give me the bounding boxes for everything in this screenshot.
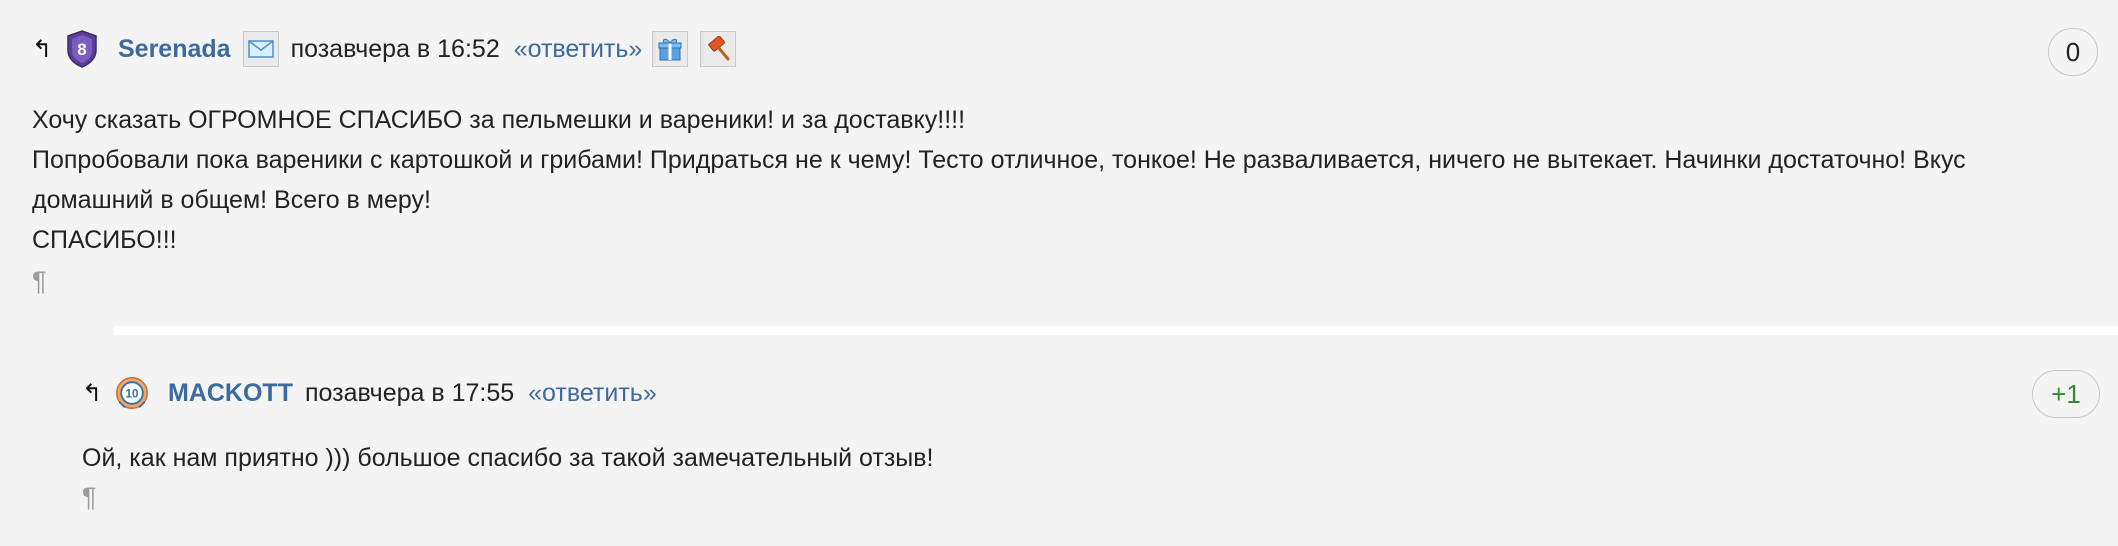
envelope-icon[interactable] bbox=[242, 31, 279, 67]
username-link[interactable]: MACKOTT bbox=[168, 379, 293, 408]
comment-line: Попробовали пока вареники с картошкой и … bbox=[32, 146, 1966, 214]
comment-header: ↰ 10 MACKOTT позавчера в 17:55 «ответить… bbox=[82, 368, 667, 418]
comment-line: Ой, как нам приятно ))) большое спасибо … bbox=[82, 444, 934, 472]
svg-text:10: 10 bbox=[125, 388, 139, 401]
username-link[interactable]: Serenada bbox=[118, 35, 231, 64]
permalink-icon[interactable]: ¶ bbox=[32, 266, 47, 297]
gavel-icon[interactable] bbox=[700, 31, 737, 67]
parent-link-icon[interactable]: ↰ bbox=[32, 35, 58, 64]
comment-serenada: ↰ 8 Serenada позавчера в 16:52 «ответить… bbox=[0, 0, 2118, 328]
gift-icon[interactable] bbox=[652, 31, 689, 67]
comment-score[interactable]: +1 bbox=[2032, 370, 2100, 418]
comment-body: Ой, как нам приятно ))) большое спасибо … bbox=[82, 438, 2072, 478]
comment-score[interactable]: 0 bbox=[2048, 28, 2098, 76]
rank-8-badge-icon: 8 bbox=[64, 30, 100, 68]
comment-date: позавчера в 16:52 bbox=[290, 34, 500, 63]
reply-link[interactable]: «ответить» bbox=[528, 379, 657, 408]
permalink-icon[interactable]: ¶ bbox=[82, 482, 97, 513]
reply-link[interactable]: «ответить» bbox=[514, 35, 643, 64]
parent-link-icon[interactable]: ↰ bbox=[82, 379, 108, 408]
comment-date: позавчера в 17:55 bbox=[304, 378, 515, 407]
comment-line: СПАСИБО!!! bbox=[32, 226, 177, 254]
svg-text:8: 8 bbox=[77, 40, 86, 59]
comment-header: ↰ 8 Serenada позавчера в 16:52 «ответить… bbox=[32, 24, 748, 74]
comment-line: Хочу сказать ОГРОМНОЕ СПАСИБО за пельмеш… bbox=[32, 106, 966, 134]
comment-divider bbox=[114, 326, 2118, 335]
rank-10-badge-icon: 10 bbox=[114, 374, 150, 412]
comment-body: Хочу сказать ОГРОМНОЕ СПАСИБО за пельмеш… bbox=[32, 100, 2072, 260]
